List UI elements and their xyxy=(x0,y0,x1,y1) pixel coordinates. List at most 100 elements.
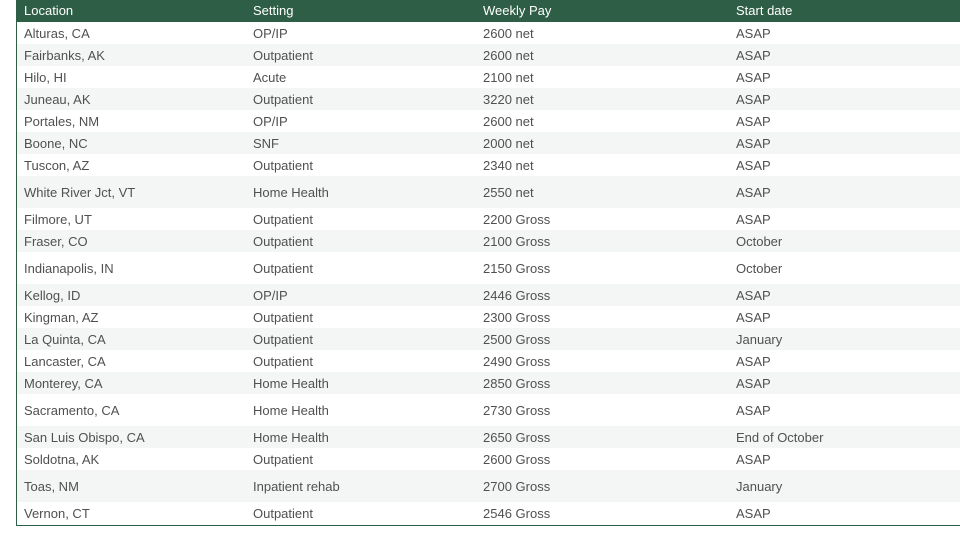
cell-start-date: ASAP xyxy=(736,184,771,200)
table-row: Kingman, AZ Outpatient 2300 Gross ASAP xyxy=(17,306,960,328)
table-row: Soldotna, AK Outpatient 2600 Gross ASAP xyxy=(17,448,960,470)
cell-start-date: ASAP xyxy=(736,211,771,227)
cell-start-date: ASAP xyxy=(736,91,771,107)
table-row: Alturas, CA OP/IP 2600 net ASAP xyxy=(17,22,960,44)
cell-weekly-pay: 2100 net xyxy=(483,69,534,85)
cell-start-date: January xyxy=(736,478,783,494)
table-row: La Quinta, CA Outpatient 2500 Gross January xyxy=(17,328,960,350)
table-row: Indianapolis, IN Outpatient 2150 Gross Octo… xyxy=(17,252,960,284)
cell-location: Monterey, CA xyxy=(24,375,103,391)
table-row: Vernon, CT Outpatient 2546 Gross ASAP xyxy=(17,502,960,524)
cell-weekly-pay: 2700 Gross xyxy=(483,478,551,494)
column-header-setting: Setting xyxy=(253,3,294,18)
table-row: Sacramento, CA Home Health 2730 Gross ASAP xyxy=(17,394,960,426)
cell-start-date: ASAP xyxy=(736,69,771,85)
cell-start-date: ASAP xyxy=(736,402,771,418)
cell-setting: Outpatient xyxy=(253,233,313,249)
cell-location: Tuscon, AZ xyxy=(24,157,90,173)
table-row: San Luis Obispo, CA Home Health 2650 Gross… xyxy=(17,426,960,448)
cell-weekly-pay: 2600 Gross xyxy=(483,451,551,467)
cell-location: Filmore, UT xyxy=(24,211,92,227)
cell-start-date: ASAP xyxy=(736,375,771,391)
cell-weekly-pay: 2850 Gross xyxy=(483,375,551,391)
table-row: Filmore, UT Outpatient 2200 Gross ASAP xyxy=(17,208,960,230)
table-header: Location Setting Weekly Pay Start date xyxy=(17,0,960,22)
table-row: Hilo, HI Acute 2100 net ASAP xyxy=(17,66,960,88)
cell-weekly-pay: 2730 Gross xyxy=(483,402,551,418)
cell-start-date: ASAP xyxy=(736,309,771,325)
jobs-table-container: Location Setting Weekly Pay Start date A… xyxy=(16,0,960,526)
table-row: Tuscon, AZ Outpatient 2340 net ASAP xyxy=(17,154,960,176)
cell-start-date: ASAP xyxy=(736,47,771,63)
cell-weekly-pay: 2546 Gross xyxy=(483,505,551,521)
cell-setting: OP/IP xyxy=(253,25,288,41)
cell-start-date: ASAP xyxy=(736,287,771,303)
cell-weekly-pay: 2000 net xyxy=(483,135,534,151)
cell-setting: Outpatient xyxy=(253,505,313,521)
column-header-location: Location xyxy=(24,3,74,18)
cell-location: Portales, NM xyxy=(24,113,100,129)
cell-location: Fraser, CO xyxy=(24,233,88,249)
cell-weekly-pay: 2600 net xyxy=(483,47,534,63)
cell-weekly-pay: 3220 net xyxy=(483,91,534,107)
cell-location: Indianapolis, IN xyxy=(24,260,114,276)
cell-setting: OP/IP xyxy=(253,287,288,303)
table-row: Toas, NM Inpatient rehab 2700 Gross January xyxy=(17,470,960,502)
cell-start-date: ASAP xyxy=(736,157,771,173)
table-row: Boone, NC SNF 2000 net ASAP xyxy=(17,132,960,154)
cell-location: Hilo, HI xyxy=(24,69,67,85)
table-row: Juneau, AK Outpatient 3220 net ASAP xyxy=(17,88,960,110)
cell-start-date: October xyxy=(736,233,783,249)
cell-location: Boone, NC xyxy=(24,135,88,151)
cell-location: Juneau, AK xyxy=(24,91,91,107)
cell-location: White River Jct, VT xyxy=(24,184,136,200)
cell-weekly-pay: 2150 Gross xyxy=(483,260,551,276)
cell-location: Soldotna, AK xyxy=(24,451,100,467)
cell-setting: Outpatient xyxy=(253,331,313,347)
cell-setting: Outpatient xyxy=(253,91,313,107)
cell-location: Toas, NM xyxy=(24,478,79,494)
cell-setting: OP/IP xyxy=(253,113,288,129)
cell-weekly-pay: 2100 Gross xyxy=(483,233,551,249)
jobs-table: Location Setting Weekly Pay Start date A… xyxy=(17,0,960,524)
cell-setting: Home Health xyxy=(253,429,329,445)
cell-setting: Home Health xyxy=(253,402,329,418)
cell-start-date: January xyxy=(736,331,783,347)
cell-start-date: October xyxy=(736,260,783,276)
cell-location: Vernon, CT xyxy=(24,505,90,521)
table-row: Lancaster, CA Outpatient 2490 Gross ASAP xyxy=(17,350,960,372)
cell-setting: Outpatient xyxy=(253,309,313,325)
cell-location: La Quinta, CA xyxy=(24,331,106,347)
cell-setting: Acute xyxy=(253,69,287,85)
cell-setting: Outpatient xyxy=(253,211,313,227)
cell-start-date: ASAP xyxy=(736,451,771,467)
cell-setting: Home Health xyxy=(253,184,329,200)
cell-setting: Outpatient xyxy=(253,47,313,63)
cell-weekly-pay: 2550 net xyxy=(483,184,534,200)
cell-weekly-pay: 2600 net xyxy=(483,113,534,129)
column-header-weekly-pay: Weekly Pay xyxy=(483,3,552,18)
cell-weekly-pay: 2300 Gross xyxy=(483,309,551,325)
cell-weekly-pay: 2500 Gross xyxy=(483,331,551,347)
cell-setting: Home Health xyxy=(253,375,329,391)
cell-weekly-pay: 2600 net xyxy=(483,25,534,41)
cell-setting: Inpatient rehab xyxy=(253,478,340,494)
table-body: Alturas, CA OP/IP 2600 net ASAP Fairbanks, A… xyxy=(17,22,960,524)
cell-setting: Outpatient xyxy=(253,157,313,173)
cell-start-date: ASAP xyxy=(736,505,771,521)
cell-weekly-pay: 2200 Gross xyxy=(483,211,551,227)
cell-start-date: ASAP xyxy=(736,353,771,369)
column-header-start-date: Start date xyxy=(736,3,793,18)
cell-location: Kingman, AZ xyxy=(24,309,99,325)
cell-start-date: ASAP xyxy=(736,135,771,151)
cell-weekly-pay: 2340 net xyxy=(483,157,534,173)
cell-weekly-pay: 2490 Gross xyxy=(483,353,551,369)
table-row: Fairbanks, AK Outpatient 2600 net ASAP xyxy=(17,44,960,66)
cell-start-date: ASAP xyxy=(736,113,771,129)
cell-location: Lancaster, CA xyxy=(24,353,106,369)
cell-weekly-pay: 2446 Gross xyxy=(483,287,551,303)
cell-location: Kellog, ID xyxy=(24,287,81,303)
cell-location: Fairbanks, AK xyxy=(24,47,105,63)
table-row: Kellog, ID OP/IP 2446 Gross ASAP xyxy=(17,284,960,306)
header-row: Location Setting Weekly Pay Start date xyxy=(17,0,960,22)
